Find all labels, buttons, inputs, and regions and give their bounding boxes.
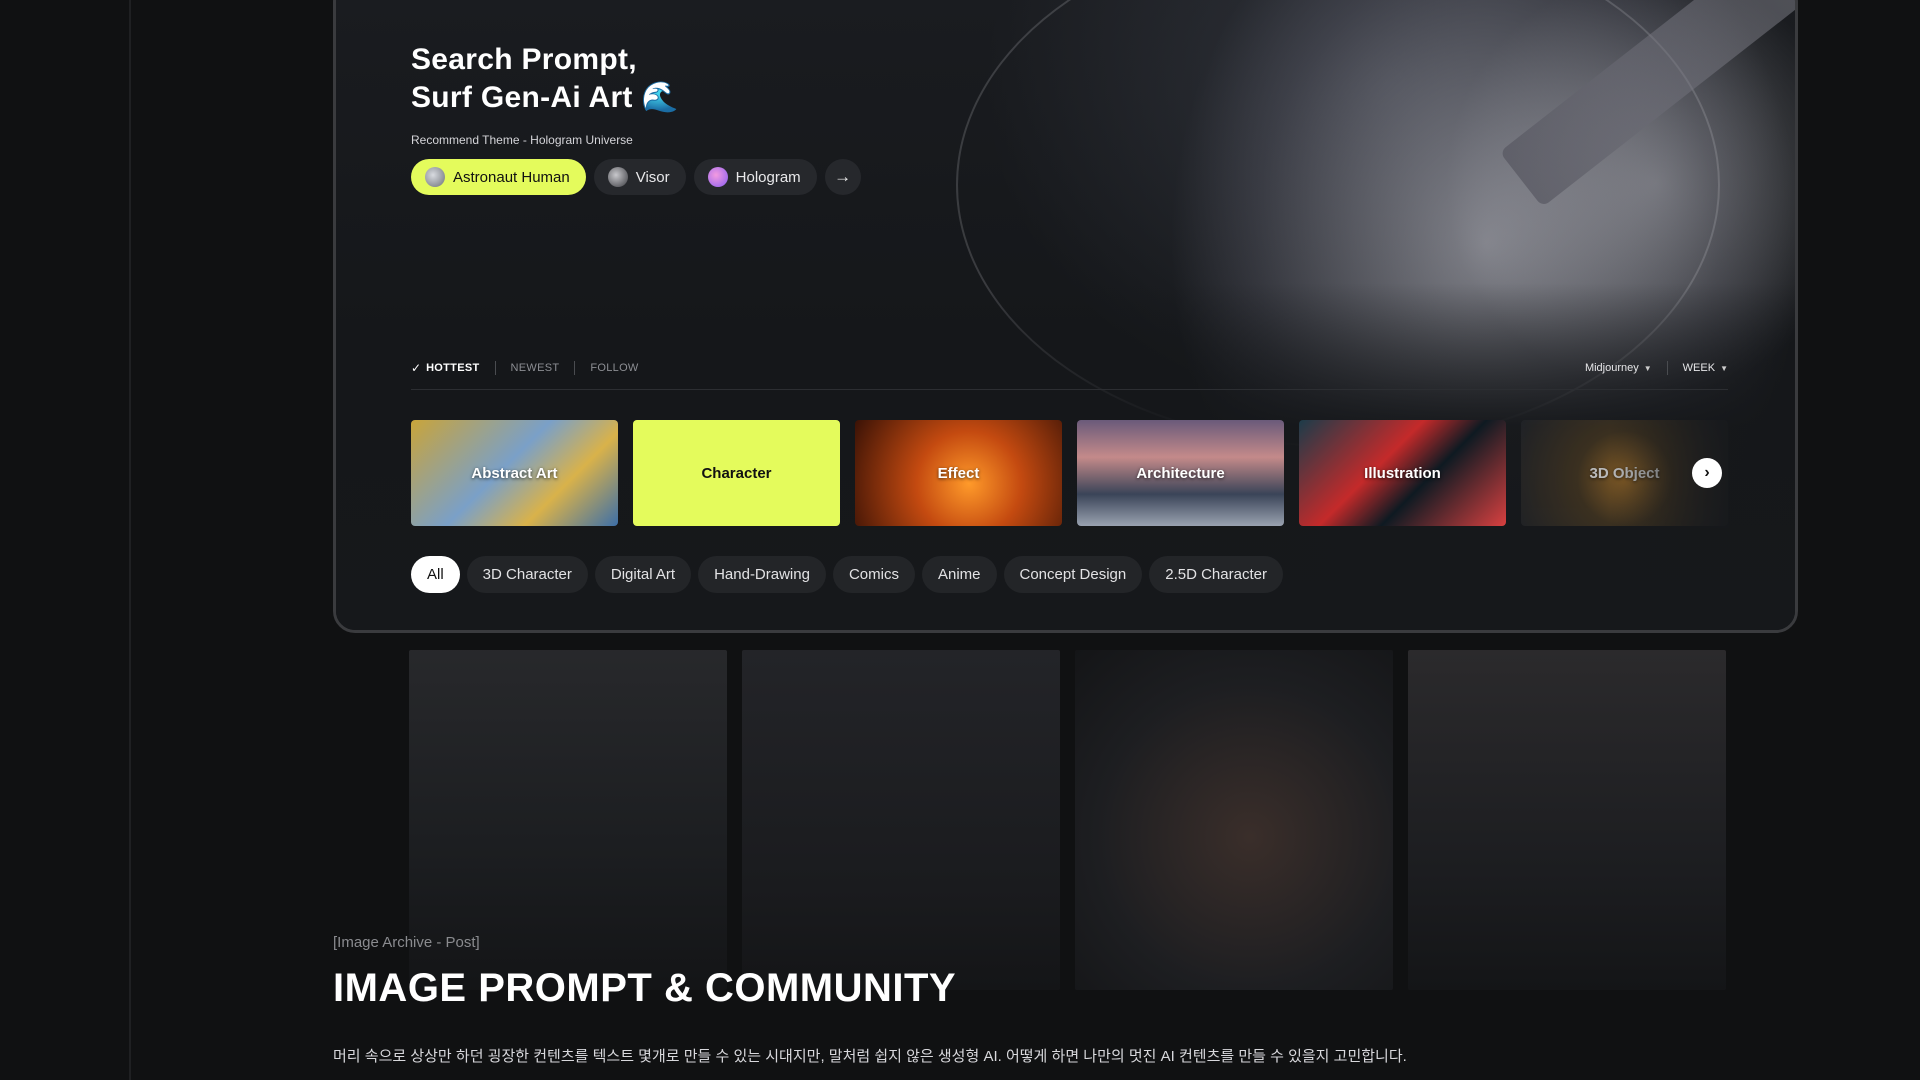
hero-card: Search Prompt, Surf Gen-Ai Art 🌊 Recomme… bbox=[333, 0, 1798, 633]
section-description: 머리 속으로 상상만 하던 굉장한 컨텐츠를 텍스트 몇개로 만들 수 있는 시… bbox=[333, 1048, 1407, 1065]
recommend-theme-label: Recommend Theme - Hologram Universe bbox=[411, 133, 633, 147]
period-dropdown[interactable]: WEEK ▼ bbox=[1683, 362, 1728, 374]
chip-astronaut-human[interactable]: Astronaut Human bbox=[411, 159, 586, 195]
avatar bbox=[607, 167, 628, 187]
category-label: Abstract Art bbox=[471, 464, 558, 482]
avatar bbox=[707, 167, 728, 187]
chip-label: Astronaut Human bbox=[453, 168, 570, 186]
style-tags: All 3D Character Digital Art Hand-Drawin… bbox=[411, 556, 1283, 593]
category-label: Illustration bbox=[1364, 464, 1441, 482]
gallery-image[interactable] bbox=[1408, 650, 1726, 990]
tag-all[interactable]: All bbox=[411, 556, 460, 593]
filter-dropdowns: Midjourney ▼ WEEK ▼ bbox=[1585, 361, 1728, 375]
tag-3d-character[interactable]: 3D Character bbox=[466, 556, 588, 593]
sort-follow[interactable]: FOLLOW bbox=[590, 362, 638, 374]
sort-bar: ✓ HOTTEST NEWEST FOLLOW Midjourney ▼ WEE… bbox=[411, 353, 1728, 390]
avatar bbox=[425, 167, 445, 187]
image-gallery bbox=[409, 650, 1727, 990]
tag-concept-design[interactable]: Concept Design bbox=[1003, 556, 1143, 593]
sort-hottest[interactable]: HOTTEST bbox=[426, 362, 479, 374]
period-dropdown-label: WEEK bbox=[1682, 362, 1716, 374]
tag-hand-drawing[interactable]: Hand-Drawing bbox=[698, 556, 826, 593]
category-architecture[interactable]: Architecture bbox=[1077, 420, 1284, 526]
category-character[interactable]: Character bbox=[633, 420, 840, 526]
check-icon: ✓ bbox=[411, 361, 422, 375]
sort-newest[interactable]: NEWEST bbox=[511, 362, 560, 374]
tag-comics[interactable]: Comics bbox=[832, 556, 915, 593]
gallery-image[interactable] bbox=[1075, 650, 1393, 990]
sort-tabs: ✓ HOTTEST NEWEST FOLLOW bbox=[411, 361, 639, 375]
gallery-image[interactable] bbox=[742, 650, 1060, 990]
chip-hologram[interactable]: Hologram bbox=[693, 159, 817, 195]
category-label: Character bbox=[701, 464, 772, 482]
arrow-right-icon[interactable]: → bbox=[824, 159, 861, 195]
tag-anime[interactable]: Anime bbox=[921, 556, 997, 593]
chevron-down-icon: ▼ bbox=[1720, 363, 1728, 373]
category-label: Architecture bbox=[1136, 464, 1225, 482]
hero-title-line1: Search Prompt, bbox=[411, 43, 637, 76]
section-kicker: [Image Archive - Post] bbox=[333, 934, 480, 951]
chevron-down-icon: ▼ bbox=[1643, 363, 1652, 373]
category-illustration[interactable]: Illustration bbox=[1299, 420, 1506, 526]
category-carousel: Abstract Art Character Effect Architectu… bbox=[411, 420, 1729, 528]
hero-title: Search Prompt, Surf Gen-Ai Art 🌊 bbox=[411, 41, 679, 117]
theme-chips: Astronaut Human Visor Hologram → bbox=[411, 159, 861, 195]
chip-label: Visor bbox=[635, 168, 670, 186]
tag-2-5d-character[interactable]: 2.5D Character bbox=[1149, 556, 1283, 593]
category-label: Effect bbox=[937, 464, 980, 482]
hero-title-line2: Surf Gen-Ai Art 🌊 bbox=[411, 81, 680, 114]
left-divider bbox=[129, 0, 131, 1080]
chip-visor[interactable]: Visor bbox=[593, 159, 686, 195]
chevron-right-icon[interactable]: › bbox=[1692, 458, 1722, 488]
section-title: IMAGE PROMPT & COMMUNITY bbox=[333, 966, 957, 1010]
category-effect[interactable]: Effect bbox=[855, 420, 1062, 526]
model-dropdown[interactable]: Midjourney ▼ bbox=[1585, 362, 1652, 374]
tag-digital-art[interactable]: Digital Art bbox=[594, 556, 692, 593]
category-abstract-art[interactable]: Abstract Art bbox=[411, 420, 618, 526]
wave-icon: 🌊 bbox=[641, 81, 680, 114]
chip-label: Hologram bbox=[735, 168, 801, 186]
model-dropdown-label: Midjourney bbox=[1584, 362, 1639, 374]
